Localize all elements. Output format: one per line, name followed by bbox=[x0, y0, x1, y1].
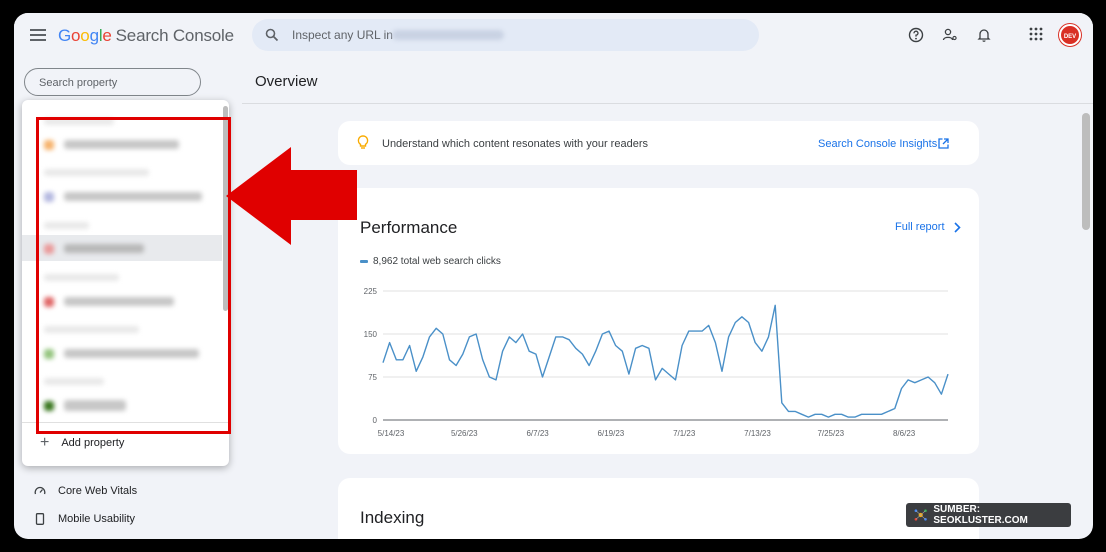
insights-text: Understand which content resonates with … bbox=[382, 138, 648, 150]
search-property-input[interactable]: Search property bbox=[24, 68, 201, 96]
header-divider bbox=[242, 103, 1093, 104]
chart-legend: 8,962 total web search clicks bbox=[360, 256, 501, 267]
logo-letter: o bbox=[71, 26, 81, 45]
logo-letter: o bbox=[80, 26, 90, 45]
x-tick-label: 6/7/23 bbox=[526, 429, 549, 438]
x-tick-label: 5/14/23 bbox=[378, 429, 405, 438]
avatar[interactable]: DEV bbox=[1059, 24, 1081, 46]
red-arrow-annotation bbox=[226, 147, 357, 245]
sidebar-item-core-web-vitals[interactable]: Core Web Vitals bbox=[34, 485, 137, 497]
indexing-title: Indexing bbox=[360, 508, 425, 527]
indexing-card: Indexing bbox=[338, 478, 979, 539]
y-tick-label: 225 bbox=[364, 287, 378, 296]
performance-chart: 0 75 150 225 5/14/23 5/26/23 6/7/23 6/19/23 7/1/… bbox=[364, 287, 949, 438]
product-name: Search Console bbox=[115, 26, 234, 45]
plus-icon: + bbox=[40, 434, 50, 451]
top-bar: Google Search Console Inspect any URL in … bbox=[14, 13, 1093, 59]
phone-icon bbox=[35, 513, 45, 525]
menu-icon[interactable] bbox=[30, 29, 46, 41]
add-property-label: Add property bbox=[61, 437, 125, 449]
page-title: Overview bbox=[255, 73, 318, 90]
inspect-url-input[interactable]: Inspect any URL in bbox=[252, 19, 759, 51]
full-report-link[interactable]: Full report bbox=[895, 221, 945, 233]
gauge-icon bbox=[34, 486, 46, 495]
apps-grid-icon[interactable] bbox=[1029, 27, 1043, 41]
highlight-box bbox=[36, 117, 231, 434]
sidebar-item-mobile-usability[interactable]: Mobile Usability bbox=[34, 513, 135, 525]
source-badge-text: SUMBER: SEOKLUSTER.COM bbox=[933, 504, 1028, 526]
main-scrollbar[interactable] bbox=[1082, 113, 1090, 230]
y-tick-label: 75 bbox=[368, 373, 377, 382]
add-property-button[interactable]: + Add property bbox=[40, 434, 125, 451]
logo-letter: G bbox=[58, 26, 72, 45]
legend-label: 8,962 total web search clicks bbox=[373, 256, 501, 267]
sidebar-item-label: Mobile Usability bbox=[58, 513, 136, 525]
product-logo[interactable]: Google Search Console bbox=[58, 26, 234, 46]
y-tick-label: 150 bbox=[364, 330, 378, 339]
legend-swatch bbox=[360, 260, 368, 263]
y-tick-label: 0 bbox=[373, 416, 378, 425]
manage-users-icon[interactable] bbox=[942, 27, 958, 43]
series-line-clicks bbox=[382, 304, 949, 418]
open-in-new-icon[interactable] bbox=[938, 138, 949, 149]
search-property-placeholder: Search property bbox=[39, 77, 118, 89]
performance-title: Performance bbox=[360, 218, 458, 237]
x-tick-label: 7/1/23 bbox=[673, 429, 696, 438]
source-badge: SUMBER: SEOKLUSTER.COM bbox=[906, 503, 1071, 527]
bell-icon[interactable] bbox=[976, 27, 992, 43]
chevron-right-icon[interactable] bbox=[953, 222, 961, 233]
help-icon[interactable] bbox=[908, 27, 924, 43]
search-console-insights-link[interactable]: Search Console Insights bbox=[818, 138, 937, 150]
performance-card: Performance Full report 8,962 total web … bbox=[338, 188, 979, 454]
seokluster-logo-icon bbox=[914, 509, 927, 521]
search-icon bbox=[265, 28, 279, 42]
x-tick-label: 7/13/23 bbox=[744, 429, 771, 438]
inspect-placeholder: Inspect any URL in bbox=[292, 28, 393, 42]
x-tick-label: 5/26/23 bbox=[451, 429, 478, 438]
x-tick-label: 8/6/23 bbox=[893, 429, 916, 438]
logo-letter: e bbox=[102, 26, 112, 45]
logo-letter: g bbox=[89, 26, 99, 45]
sidebar-item-label: Core Web Vitals bbox=[58, 485, 138, 497]
blurred-property-url bbox=[392, 30, 504, 40]
app-window: Google Search Console Inspect any URL in … bbox=[14, 13, 1093, 539]
insights-card: Understand which content resonates with … bbox=[338, 121, 979, 165]
x-tick-label: 6/19/23 bbox=[598, 429, 625, 438]
x-tick-label: 7/25/23 bbox=[817, 429, 844, 438]
